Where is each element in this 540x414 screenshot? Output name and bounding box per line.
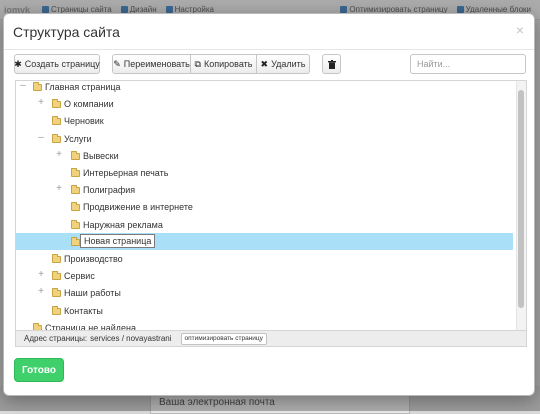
close-icon: ✖ (260, 58, 269, 69)
trash-icon (327, 59, 336, 69)
tree-node-label: Продвижение в интернете (83, 202, 193, 213)
page-address-bar: Адрес страницы: services / novayastrani … (15, 331, 527, 347)
modal-header: Структура сайта × (4, 14, 534, 50)
tree-node[interactable]: Черновик (16, 112, 513, 129)
tree-node-label: Производство (64, 254, 123, 264)
tree-node-label: Услуги (64, 133, 92, 144)
tree-node-label: Полиграфия (83, 185, 136, 196)
tree-node-label: Наружная реклама (83, 219, 163, 230)
copy-button[interactable]: ⧉ Копировать (191, 54, 257, 74)
tree-node-label: Наши работы (64, 288, 121, 299)
collapse-icon[interactable]: – (37, 132, 45, 143)
copy-icon: ⧉ (194, 58, 201, 69)
tree-node-label: О компании (64, 99, 114, 110)
asterisk-icon: ✱ (14, 58, 22, 69)
site-tree: – Главная страница + О компании Черновик – Усл… (15, 80, 527, 331)
trash-button[interactable] (322, 54, 341, 74)
tree-node[interactable]: Интерьерная печать (16, 164, 513, 181)
tree-node[interactable]: Новая страница (16, 232, 513, 250)
tree-scrollbar[interactable] (516, 81, 526, 330)
folder-icon (71, 150, 80, 160)
folder-icon (52, 116, 61, 126)
folder-icon (52, 305, 61, 315)
tree-node-label: Сервис (64, 271, 95, 282)
done-button[interactable]: Готово (14, 358, 64, 382)
tree-node-label: Контакты (64, 305, 103, 316)
tree-node-label: Черновик (64, 116, 104, 127)
tree-node[interactable]: Страница не найдена (16, 319, 513, 331)
tree-scrollbar-thumb[interactable] (518, 90, 524, 308)
tree-node[interactable]: Наружная реклама (16, 216, 513, 233)
rename-button[interactable]: ✎ Переименовать (112, 54, 191, 74)
folder-icon (71, 219, 80, 229)
tree-node[interactable]: – Главная страница (16, 81, 513, 95)
site-structure-dialog: Структура сайта × ✱ Создать страницу ✎ П… (3, 13, 535, 396)
folder-icon (71, 236, 80, 246)
modal-title: Структура сайта (13, 24, 120, 40)
folder-icon (71, 185, 80, 195)
search-input[interactable] (410, 54, 526, 74)
delete-button[interactable]: ✖ Удалить (257, 54, 310, 74)
address-label: Адрес страницы: (24, 334, 88, 343)
tree-node-label: Страница не найдена (45, 322, 137, 331)
tree-node-label: Вывески (83, 150, 119, 161)
tree-node[interactable]: + Наши работы (16, 284, 513, 301)
tree-node[interactable]: + Вывески (16, 147, 513, 164)
pencil-icon: ✎ (113, 58, 121, 69)
tree-node[interactable]: Контакты (16, 302, 513, 319)
tree-node-label: Главная страница (45, 82, 121, 92)
optimize-page-button[interactable]: оптимизировать страницу (180, 332, 267, 345)
expand-icon[interactable]: + (55, 184, 63, 194)
rename-input[interactable]: Новая страница (80, 233, 156, 248)
folder-icon (52, 133, 61, 143)
folder-icon (52, 254, 61, 263)
create-page-button[interactable]: ✱ Создать страницу (14, 54, 100, 74)
collapse-icon[interactable]: – (19, 81, 27, 91)
close-button[interactable]: × (516, 22, 524, 38)
folder-icon (52, 288, 61, 298)
tree-node[interactable]: Производство (16, 250, 513, 267)
tree-node[interactable]: + Полиграфия (16, 181, 513, 198)
folder-icon (52, 99, 61, 109)
expand-icon[interactable]: + (37, 287, 45, 297)
expand-icon[interactable]: + (37, 98, 45, 108)
expand-icon[interactable]: + (37, 270, 45, 280)
folder-icon (33, 82, 42, 91)
tree-node[interactable]: Продвижение в интернете (16, 198, 513, 215)
expand-icon[interactable]: + (55, 149, 63, 160)
folder-icon (71, 168, 80, 177)
tree-node-label: Интерьерная печать (83, 168, 169, 178)
folder-icon (52, 271, 61, 281)
address-path: services / novayastrani (90, 334, 172, 343)
toolbar: ✱ Создать страницу ✎ Переименовать ⧉ Коп… (4, 54, 534, 74)
tree-node[interactable]: – Услуги (16, 130, 513, 147)
tree-node[interactable]: + Сервис (16, 267, 513, 284)
tree-node[interactable]: + О компании (16, 95, 513, 112)
folder-icon (71, 202, 80, 212)
